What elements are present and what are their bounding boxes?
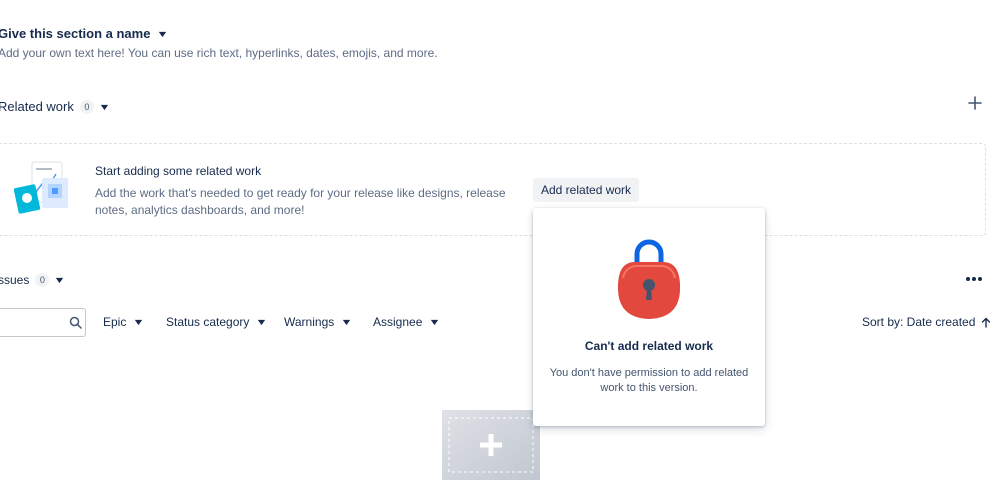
chevron-down-icon[interactable]: ▼ <box>54 275 66 285</box>
related-work-count-badge: 0 <box>79 99 94 114</box>
empty-issues-illustration-icon <box>442 410 540 480</box>
epic-filter-label: Epic <box>103 315 127 329</box>
chevron-down-icon: ▼ <box>340 317 353 327</box>
chevron-down-icon[interactable]: ▼ <box>157 29 169 39</box>
chevron-down-icon[interactable]: ▼ <box>98 102 110 112</box>
warnings-filter-label: Warnings <box>284 315 335 329</box>
lock-icon <box>617 239 681 319</box>
issues-count-badge: 0 <box>35 273 50 287</box>
related-work-empty-title: Start adding some related work <box>95 164 262 178</box>
section-title-text: Give this section a name <box>0 26 151 41</box>
issues-header[interactable]: ssues 0 ▼ <box>0 273 66 287</box>
sort-label: Sort by: Date created <box>862 315 976 329</box>
issues-title: ssues <box>0 273 30 287</box>
more-horizontal-icon <box>966 277 970 281</box>
add-related-work-button[interactable]: Add related work <box>533 178 640 202</box>
section-title[interactable]: Give this section a name ▼ <box>0 26 169 41</box>
chevron-down-icon: ▼ <box>428 317 442 327</box>
status-category-filter-label: Status category <box>166 315 250 329</box>
chevron-down-icon: ▼ <box>132 317 146 327</box>
add-related-work-plus-button[interactable] <box>966 95 984 113</box>
section-description[interactable]: Add your own text here! You can use rich… <box>0 46 438 60</box>
sort-button[interactable]: Sort by: Date created <box>862 315 991 329</box>
popover-title: Can't add related work <box>584 339 714 353</box>
related-work-header[interactable]: Related work 0 ▼ <box>0 99 111 114</box>
warnings-filter-dropdown[interactable]: Warnings ▼ <box>284 315 353 329</box>
plus-icon <box>968 96 982 110</box>
related-work-title: Related work <box>0 99 74 114</box>
assignee-filter-dropdown[interactable]: Assignee ▼ <box>373 315 442 329</box>
search-icon <box>69 316 82 329</box>
more-dot <box>972 277 976 281</box>
more-actions-button[interactable] <box>964 271 984 287</box>
popover-description: You don't have permission to add related… <box>549 367 749 394</box>
status-category-filter-dropdown[interactable]: Status category ▼ <box>166 315 269 329</box>
assignee-filter-label: Assignee <box>373 315 423 329</box>
arrow-up-icon <box>982 317 991 328</box>
more-dot <box>978 277 982 281</box>
related-work-illustration-icon <box>13 161 68 214</box>
epic-filter-dropdown[interactable]: Epic ▼ <box>103 315 146 329</box>
chevron-down-icon: ▼ <box>255 317 269 327</box>
related-work-empty-description: Add the work that's needed to get ready … <box>95 186 506 217</box>
